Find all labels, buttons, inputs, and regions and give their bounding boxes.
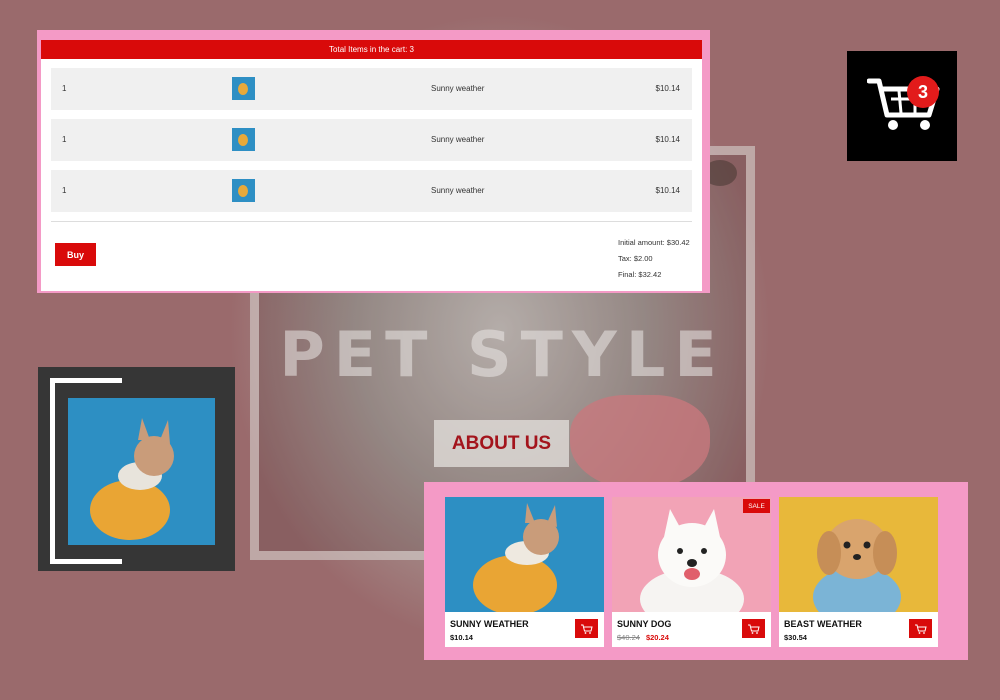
- product-card[interactable]: SUNNY WEATHER $10.14: [445, 497, 604, 647]
- add-to-cart-button[interactable]: [742, 619, 765, 638]
- cart-item-thumbnail: [232, 179, 255, 202]
- cart-item-thumbnail: [232, 128, 255, 151]
- product-price: $30.54: [784, 633, 807, 642]
- cart-icon: [914, 624, 927, 634]
- product-current-price: $20.24: [645, 633, 669, 642]
- dog-photo: [68, 398, 215, 545]
- cart-content: Total Items in the cart: 3 1 Sunny weath…: [41, 40, 702, 291]
- product-price: $10.14: [450, 633, 473, 642]
- cart-item-price: $10.14: [655, 135, 680, 144]
- cart-item-name: Sunny weather: [431, 186, 485, 195]
- cart-totals: Initial amount: $30.42 Tax: $2.00 Final:…: [618, 235, 690, 283]
- cart-item-quantity: 1: [62, 84, 67, 93]
- cart-item-price: $10.14: [655, 84, 680, 93]
- cart-row: 1 Sunny weather $10.14: [51, 119, 692, 161]
- about-us-button[interactable]: ABOUT US: [434, 420, 569, 467]
- product-price: $40.24 $20.24: [617, 633, 669, 642]
- initial-amount: Initial amount: $30.42: [618, 238, 690, 247]
- cart-item-price: $10.14: [655, 186, 680, 195]
- product-current-price: $30.54: [784, 633, 807, 642]
- add-to-cart-button[interactable]: [909, 619, 932, 638]
- product-card[interactable]: BEAST WEATHER $30.54: [779, 497, 938, 647]
- add-to-cart-button[interactable]: [575, 619, 598, 638]
- product-name: SUNNY WEATHER: [450, 619, 529, 629]
- cart-row: 1 Sunny weather $10.14: [51, 68, 692, 110]
- tax-amount: Tax: $2.00: [618, 254, 653, 263]
- product-image: [445, 497, 604, 612]
- product-old-price: $40.24: [617, 633, 640, 642]
- product-current-price: $10.14: [450, 633, 473, 642]
- cart-item-name: Sunny weather: [431, 135, 485, 144]
- product-name: BEAST WEATHER: [784, 619, 862, 629]
- product-image: [612, 497, 771, 612]
- sale-badge: SALE: [743, 499, 770, 513]
- product-name: SUNNY DOG: [617, 619, 672, 629]
- cart-item-name: Sunny weather: [431, 84, 485, 93]
- cart-header: Total Items in the cart: 3: [41, 40, 702, 59]
- cart-item-quantity: 1: [62, 186, 67, 195]
- product-card[interactable]: SALE SUNNY DOG $40.24 $20.24: [612, 497, 771, 647]
- cart-item-quantity: 1: [62, 135, 67, 144]
- cart-row: 1 Sunny weather $10.14: [51, 170, 692, 212]
- cart-count-badge: 3: [907, 76, 939, 108]
- cart-divider: [51, 221, 692, 222]
- hero-title: PET STYLE: [279, 318, 726, 391]
- final-amount: Final: $32.42: [618, 270, 662, 279]
- product-panel: SUNNY WEATHER $10.14 SALE SUNNY DOG $40.…: [424, 482, 968, 660]
- buy-button[interactable]: Buy: [55, 243, 96, 266]
- cart-item-thumbnail: [232, 77, 255, 100]
- cart-icon: [580, 624, 593, 634]
- cart-panel: Total Items in the cart: 3 1 Sunny weath…: [37, 30, 710, 293]
- cart-icon-button[interactable]: [847, 51, 957, 161]
- cart-icon: [747, 624, 760, 634]
- featured-photo-tile: [38, 367, 235, 571]
- product-image: [779, 497, 938, 612]
